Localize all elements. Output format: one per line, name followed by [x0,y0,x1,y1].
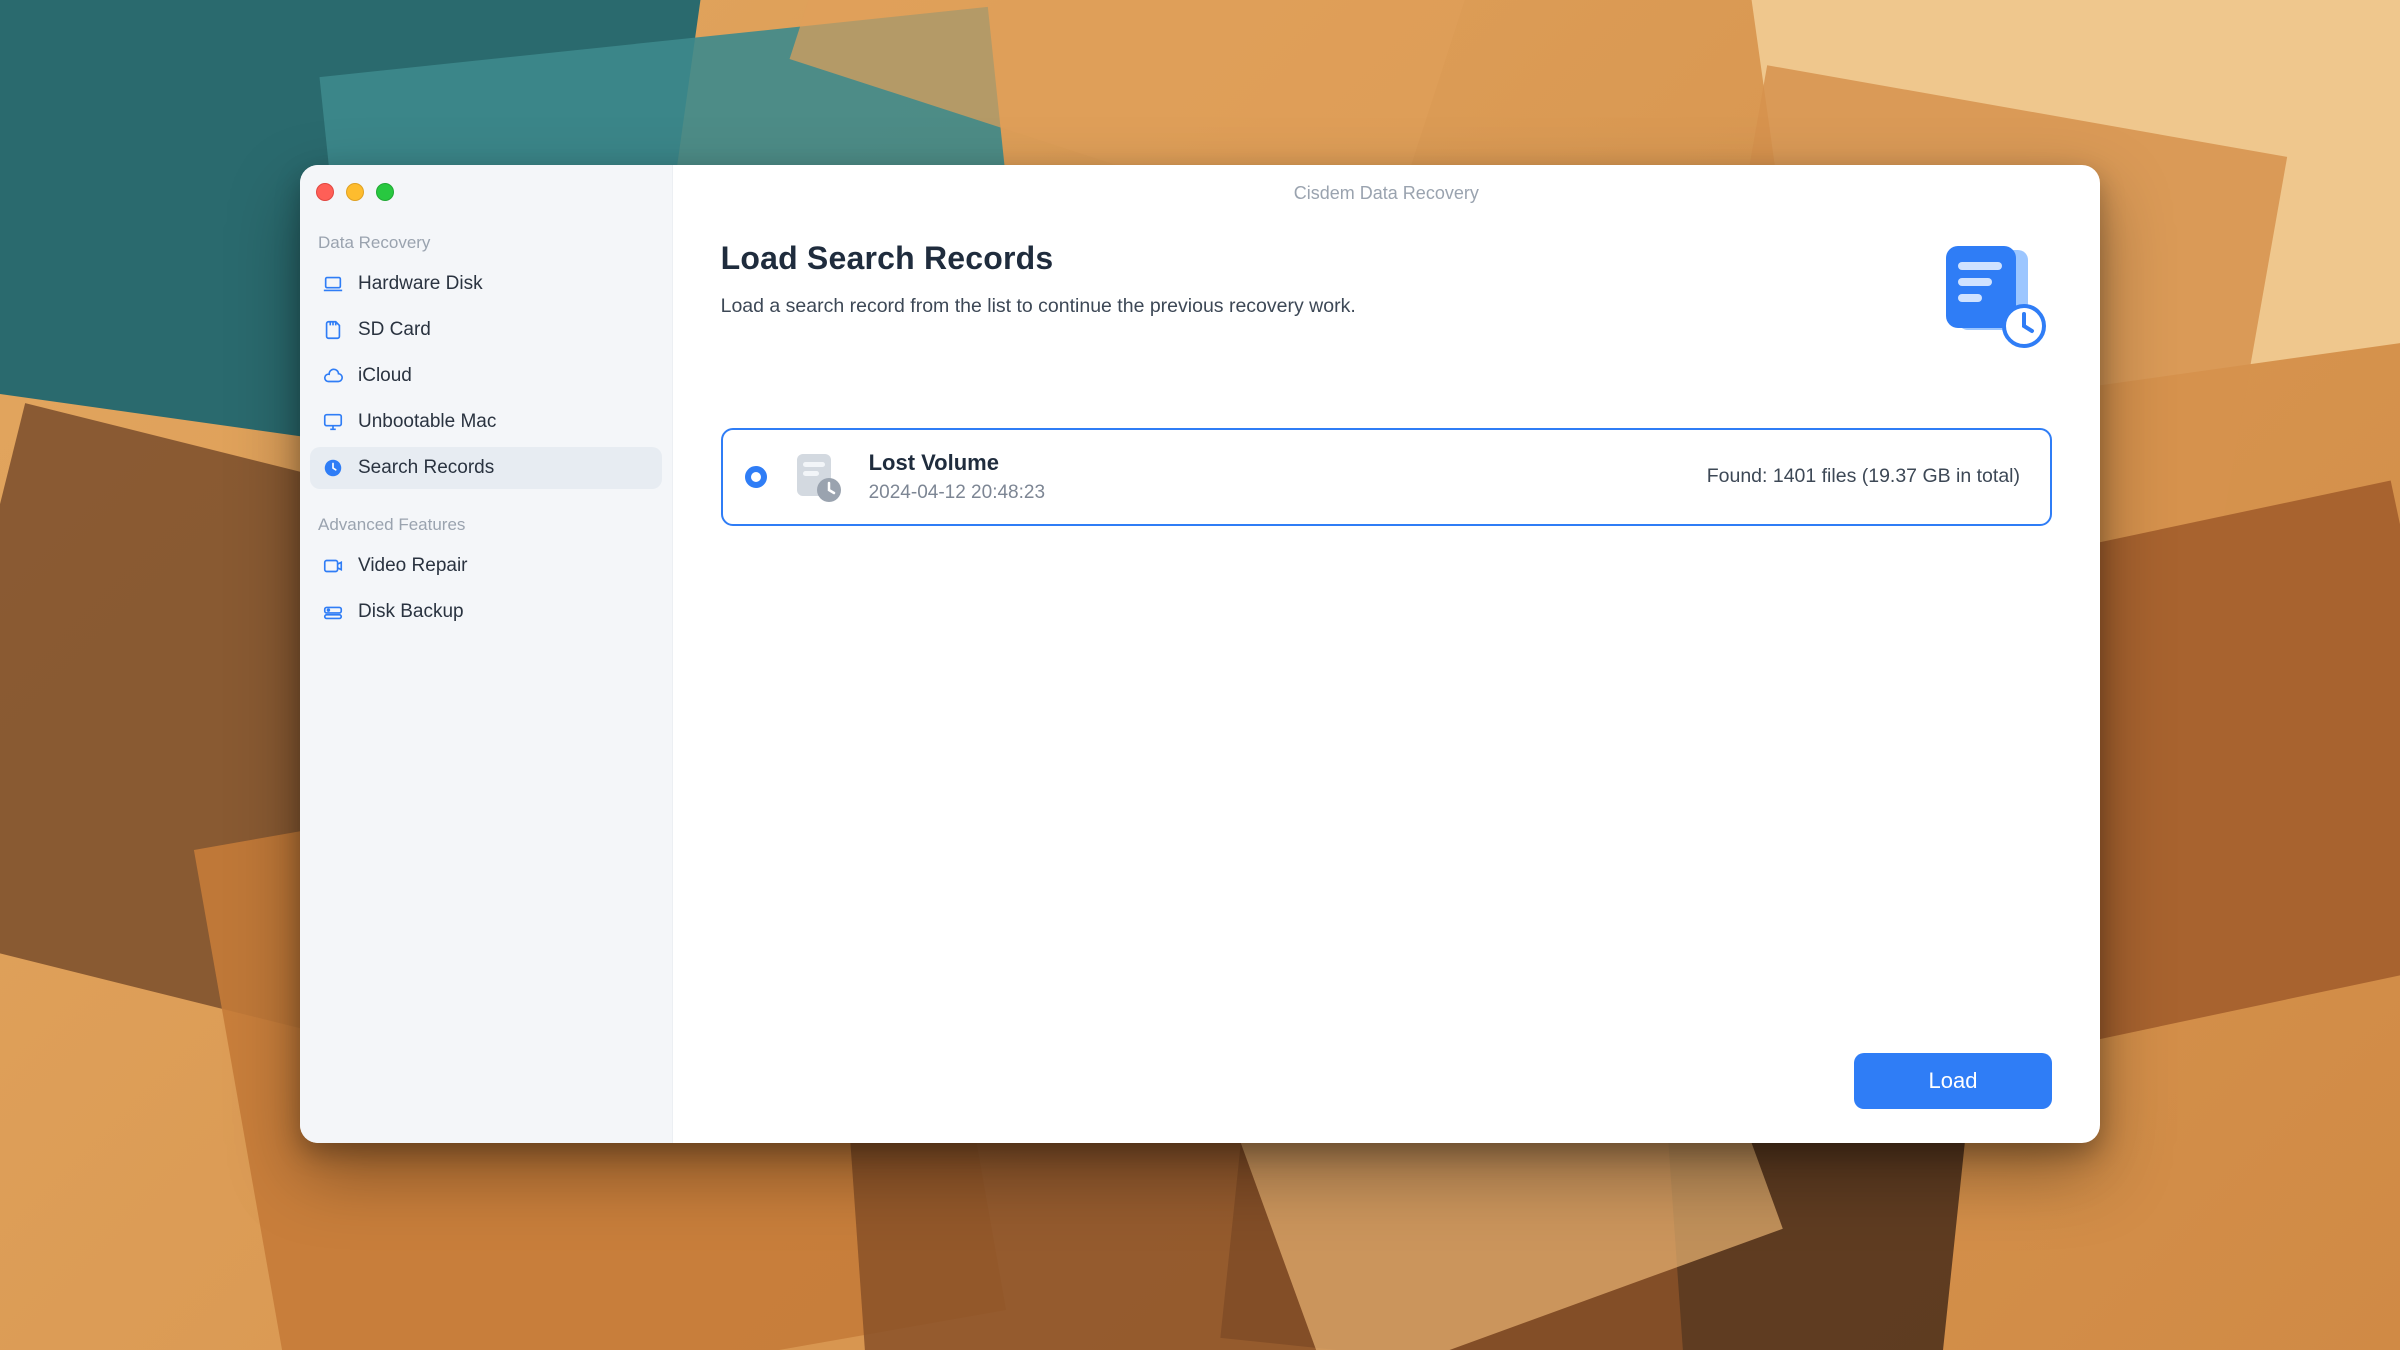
sidebar-item-video-repair[interactable]: Video Repair [310,545,662,587]
page-subtitle: Load a search record from the list to co… [721,295,1356,318]
window-title: Cisdem Data Recovery [673,165,2100,204]
sidebar-item-label: Search Records [358,457,494,479]
sidebar-item-search-records[interactable]: Search Records [310,447,662,489]
sidebar-item-label: Disk Backup [358,601,464,623]
sidebar-item-hardware-disk[interactable]: Hardware Disk [310,263,662,305]
record-title: Lost Volume [869,450,1045,476]
close-window-button[interactable] [316,183,334,201]
record-radio-selected[interactable] [745,466,767,488]
record-found-summary: Found: 1401 files (19.37 GB in total) [1707,465,2020,488]
load-button[interactable]: Load [1854,1053,2052,1109]
app-window: Data Recovery Hardware Disk SD Card [300,165,2100,1144]
document-clock-icon [789,448,847,506]
main-pane: Cisdem Data Recovery Load Search Records… [673,165,2100,1144]
minimize-window-button[interactable] [346,183,364,201]
zoom-window-button[interactable] [376,183,394,201]
sidebar-item-label: Hardware Disk [358,273,483,295]
disk-backup-icon [322,601,344,623]
page-title: Load Search Records [721,240,1356,277]
sidebar-section-title: Advanced Features [308,509,664,545]
record-timestamp: 2024-04-12 20:48:23 [869,482,1045,504]
sidebar-nav-data-recovery: Hardware Disk SD Card iCloud [308,263,664,489]
window-controls [308,179,664,227]
sidebar-item-icloud[interactable]: iCloud [310,355,662,397]
record-card[interactable]: Lost Volume 2024-04-12 20:48:23 Found: 1… [721,428,2052,526]
sidebar-item-label: SD Card [358,319,431,341]
search-records-illustration-icon [1932,240,2052,350]
sidebar: Data Recovery Hardware Disk SD Card [300,165,673,1144]
records-list: Lost Volume 2024-04-12 20:48:23 Found: 1… [721,428,2052,526]
sidebar-item-label: Video Repair [358,555,468,577]
video-icon [322,555,344,577]
clock-icon [322,457,344,479]
sidebar-item-disk-backup[interactable]: Disk Backup [310,591,662,633]
sidebar-section-title: Data Recovery [308,227,664,263]
cloud-icon [322,365,344,387]
sd-card-icon [322,319,344,341]
display-icon [322,411,344,433]
sidebar-item-label: Unbootable Mac [358,411,496,433]
sidebar-item-sd-card[interactable]: SD Card [310,309,662,351]
sidebar-nav-advanced: Video Repair Disk Backup [308,545,664,633]
sidebar-item-unbootable-mac[interactable]: Unbootable Mac [310,401,662,443]
sidebar-item-label: iCloud [358,365,412,387]
laptop-icon [322,273,344,295]
